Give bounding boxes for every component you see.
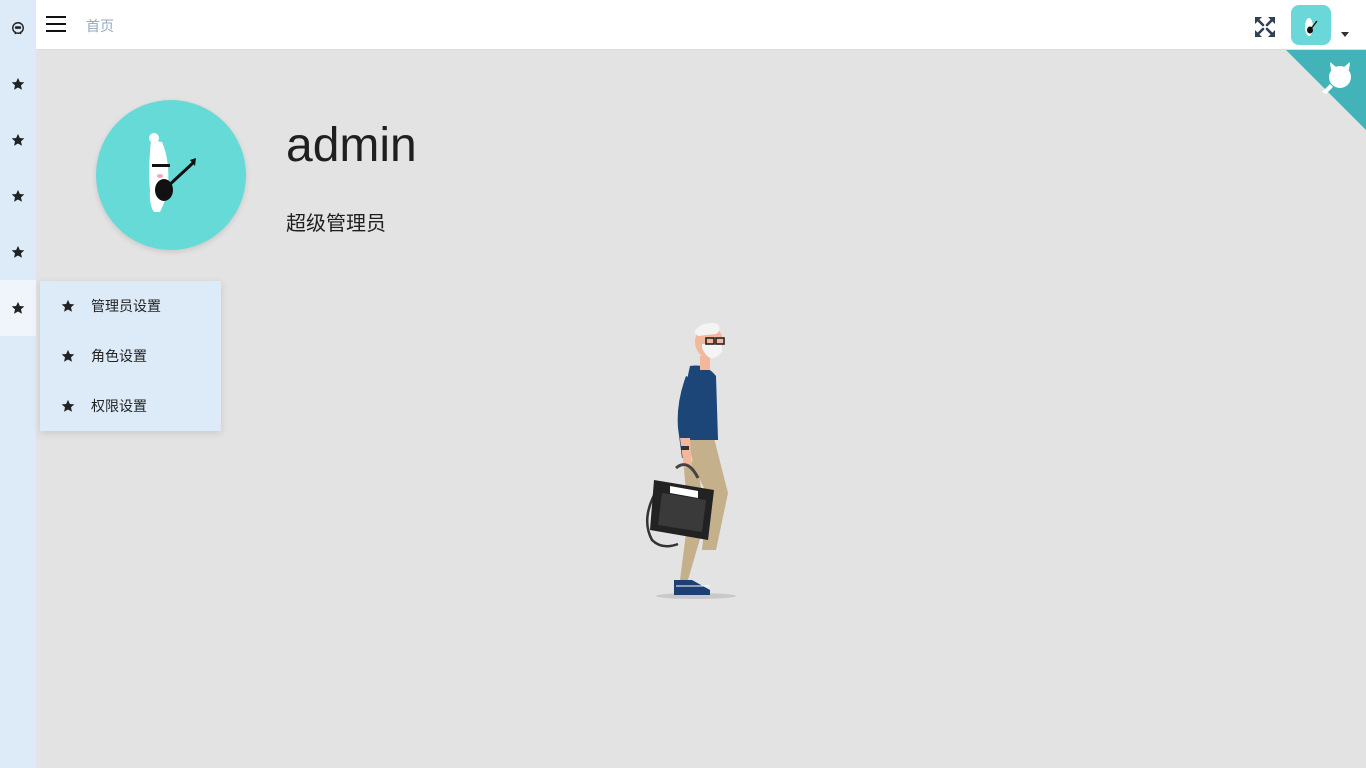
settings-submenu: 管理员设置 角色设置 权限设置 [40,281,221,431]
profile-avatar [96,100,246,250]
profile-username: admin [286,119,417,172]
sidebar-item-2[interactable] [0,112,36,168]
sidebar-item-4[interactable] [0,224,36,280]
top-navbar: 首页 [36,0,1366,50]
sidebar-item-3[interactable] [0,168,36,224]
fullscreen-icon[interactable] [1254,16,1276,38]
robot-icon [12,22,24,35]
sidebar-logo[interactable] [0,0,36,56]
submenu-item-label: 管理员设置 [91,298,161,314]
star-icon [11,133,25,146]
submenu-item-label: 权限设置 [91,398,147,414]
star-icon [61,299,75,312]
sidebar-item-1[interactable] [0,56,36,112]
star-icon [61,349,75,362]
submenu-item-role-settings[interactable]: 角色设置 [40,331,221,381]
caret-down-icon[interactable] [1341,32,1349,37]
submenu-item-permission-settings[interactable]: 权限设置 [40,381,221,431]
breadcrumb[interactable]: 首页 [86,16,114,36]
hamburger-menu-icon[interactable] [46,14,66,34]
submenu-item-label: 角色设置 [91,348,147,364]
github-corner[interactable] [1286,50,1366,130]
user-avatar[interactable] [1291,5,1331,45]
star-icon [11,301,25,314]
star-icon [11,189,25,202]
sidebar-item-settings[interactable] [0,280,36,336]
star-icon [11,77,25,90]
profile-role: 超级管理员 [286,213,386,235]
star-icon [11,245,25,258]
sidebar [0,0,36,768]
walking-man-illustration [636,318,746,603]
submenu-item-admin-settings[interactable]: 管理员设置 [40,281,221,331]
star-icon [61,399,75,412]
